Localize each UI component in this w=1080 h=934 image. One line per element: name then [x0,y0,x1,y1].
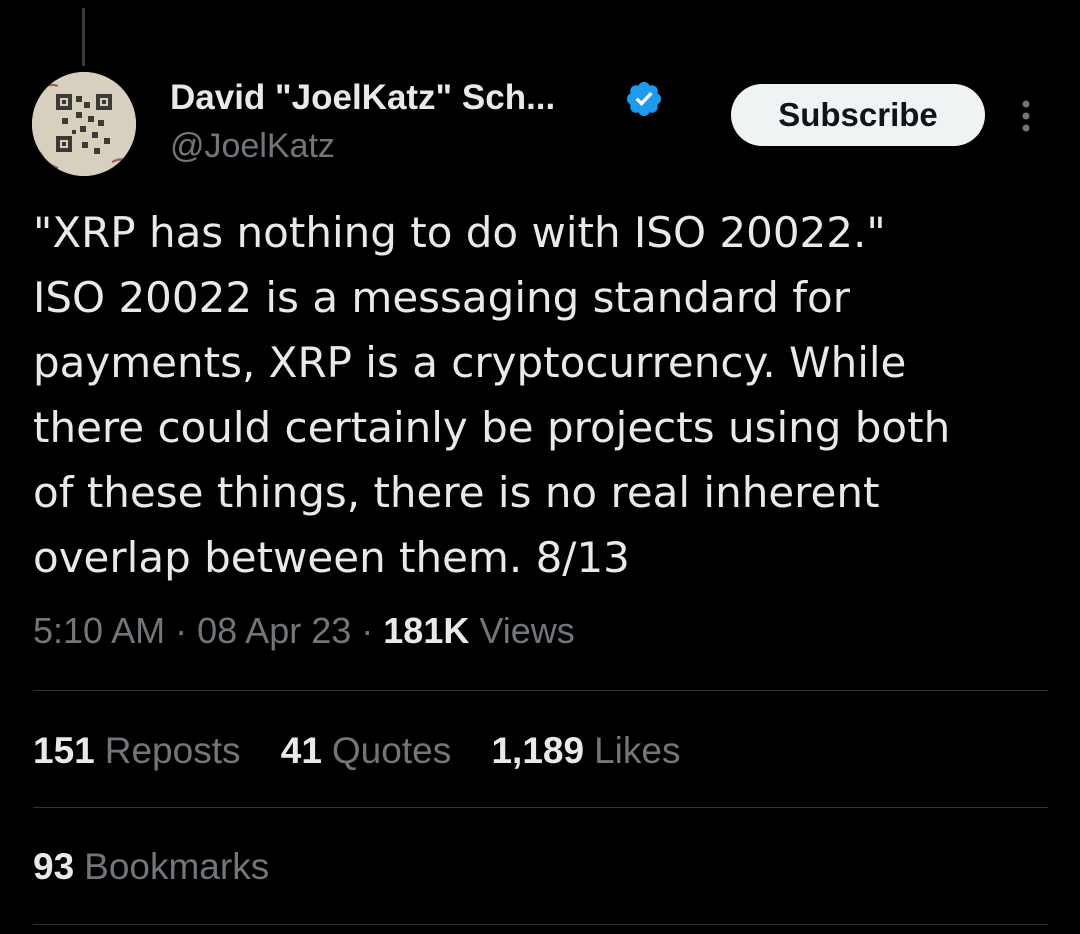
reposts-count: 151 [33,730,95,771]
quotes-count: 41 [280,730,322,771]
divider [33,807,1048,808]
more-vertical-icon[interactable] [1012,96,1040,136]
bookmarks-label: Bookmarks [84,846,270,887]
tweet-text-line: "XRP has nothing to do with ISO 20022." [33,208,886,257]
likes-count: 1,189 [491,730,585,771]
verified-badge-icon [626,81,662,117]
bookmarks-stat[interactable]: 93 Bookmarks [33,846,269,888]
quotes-stat[interactable]: 41 Quotes [281,730,451,772]
bookmarks-count: 93 [33,846,75,887]
likes-stat[interactable]: 1,189 Likes [491,730,680,772]
tweet-date[interactable]: 08 Apr 23 [197,610,351,651]
tweet-text-line: of these things, there is no real inhere… [33,468,880,517]
meta-separator: · [175,610,188,651]
likes-label: Likes [594,730,681,771]
reposts-label: Reposts [104,730,241,771]
subscribe-button[interactable]: Subscribe [731,84,985,146]
reposts-stat[interactable]: 151 Reposts [33,730,240,772]
divider [33,690,1048,691]
author-display-name[interactable]: David "JoelKatz" Sch... [170,78,555,118]
divider [33,924,1048,925]
views-label: Views [479,610,575,651]
avatar[interactable] [32,72,136,176]
quotes-label: Quotes [331,730,452,771]
meta-separator: · [361,610,374,651]
tweet-text-line: there could certainly be projects using … [33,403,951,452]
qr-code-avatar-icon [32,72,136,176]
tweet-text-line: overlap between them. 8/13 [33,533,630,582]
tweet-metadata: 5:10 AM · 08 Apr 23 · 181K Views [33,610,575,652]
tweet-text-line: ISO 20022 is a messaging standard for [33,273,851,322]
author-handle[interactable]: @JoelKatz [170,127,335,166]
tweet-text-line: payments, XRP is a cryptocurrency. While [33,338,907,387]
thread-connector-line [82,8,85,66]
engagement-stats: 151 Reposts 41 Quotes 1,189 Likes [33,730,710,772]
tweet-text: "XRP has nothing to do with ISO 20022." … [33,200,1043,590]
tweet-time[interactable]: 5:10 AM [33,610,165,651]
views-count: 181K [383,610,470,651]
